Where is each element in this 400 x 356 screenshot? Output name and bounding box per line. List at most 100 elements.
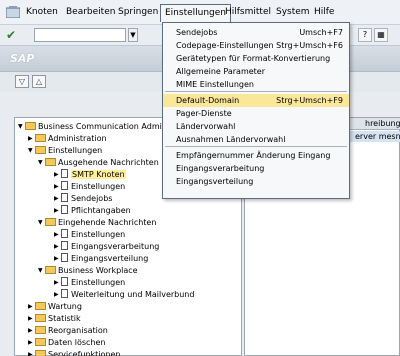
menu-item-label: Eingangsverteilung — [176, 177, 254, 186]
tree-node-label: Reorganisation — [48, 326, 108, 335]
tree-node-label: SMTP Knoten — [71, 170, 126, 179]
tree-node[interactable]: ▶ Statistik — [28, 313, 81, 324]
tree-node[interactable]: ▼ Eingehende Nachrichten — [38, 217, 156, 228]
menu-item[interactable]: Empfängernummer Änderung Eingang — [163, 149, 349, 162]
collapsed-triangle-icon[interactable]: ▶ — [28, 325, 35, 336]
enter-check-icon[interactable]: ✔ — [6, 28, 20, 42]
menu-knoten[interactable]: Knoten — [26, 7, 58, 17]
tree-node-label: Statistik — [48, 314, 81, 323]
menu-separator — [165, 91, 347, 92]
leaf-bullet-icon: ▶ — [54, 291, 59, 298]
menu-item-label: Gerätetypen für Format-Konvertierung — [176, 54, 331, 63]
leaf-bullet-icon: ▶ — [54, 231, 59, 238]
folder-icon — [35, 302, 46, 310]
tree-node[interactable]: ▼ Business Workplace — [38, 265, 138, 276]
tree-node-label: Einstellungen — [71, 230, 126, 239]
tree-node-label: Eingangsverteilung — [71, 254, 149, 263]
menu-item[interactable]: Allgemeine Parameter — [163, 65, 349, 78]
document-icon — [61, 181, 68, 190]
collapsed-triangle-icon[interactable]: ▶ — [28, 337, 35, 348]
collapsed-triangle-icon[interactable]: ▶ — [28, 313, 35, 324]
folder-icon — [45, 218, 56, 226]
tree-node[interactable]: ▶ Einstellungen — [54, 277, 125, 288]
tree-node-label: Wartung — [48, 302, 82, 311]
menu-item[interactable]: Codepage-Einstellungen Strg+Umsch+F6 — [163, 39, 349, 52]
menu-item[interactable]: Sendejobs Umsch+F7 — [163, 26, 349, 39]
menu-item[interactable]: Pager-Dienste — [163, 107, 349, 120]
menu-item-label: Allgemeine Parameter — [176, 67, 266, 76]
tree-node[interactable]: ▼ Einstellungen — [28, 145, 102, 156]
expanded-triangle-icon[interactable]: ▼ — [38, 217, 45, 228]
menu-item[interactable]: Ländervorwahl — [163, 120, 349, 133]
tree-node-label: Pflichtangaben — [71, 206, 131, 215]
menu-item-label: Ländervorwahl — [176, 122, 236, 131]
leaf-bullet-icon: ▶ — [54, 207, 59, 214]
menu-item[interactable]: Default-Domain Strg+Umsch+F9 — [163, 94, 349, 107]
tree-node[interactable]: ▶ Wartung — [28, 301, 82, 312]
layout-icon[interactable]: ▦ — [374, 28, 388, 42]
menu-hilfe[interactable]: Hilfe — [314, 7, 334, 17]
document-icon — [61, 169, 68, 178]
tree-node[interactable]: ▶ Servicefunktionen — [28, 349, 120, 356]
menu-item[interactable]: Eingangsverarbeitung — [163, 162, 349, 175]
tree-node[interactable]: ▶ SMTP Knoten — [54, 169, 126, 180]
tree-node[interactable]: ▶ Eingangsverteilung — [54, 253, 148, 264]
collapsed-triangle-icon[interactable]: ▶ — [28, 133, 35, 144]
leaf-bullet-icon: ▶ — [54, 255, 59, 262]
tree-node[interactable]: ▶ Eingangsverarbeitung — [54, 241, 159, 252]
menu-item[interactable]: Gerätetypen für Format-Konvertierung — [163, 52, 349, 65]
menu-einstellungen[interactable]: Einstellungen — [160, 4, 232, 22]
folder-icon — [35, 314, 46, 322]
tree-node[interactable]: ▶ Reorganisation — [28, 325, 108, 336]
expanded-triangle-icon[interactable]: ▼ — [28, 145, 35, 156]
tree-node[interactable]: ▶ Pflichtangaben — [54, 205, 131, 216]
collapsed-triangle-icon[interactable]: ▶ — [28, 301, 35, 312]
tree-node[interactable]: ▼ Ausgehende Nachrichten — [38, 157, 159, 168]
leaf-bullet-icon: ▶ — [54, 243, 59, 250]
folder-icon — [35, 146, 46, 154]
menu-bearbeiten[interactable]: Bearbeiten — [66, 7, 115, 17]
menu-system[interactable]: System — [276, 7, 310, 17]
menu-item-label: MIME Einstellungen — [176, 80, 254, 89]
menu-item[interactable]: Ausnahmen Ländervorwahl — [163, 133, 349, 146]
command-field[interactable] — [34, 28, 126, 42]
einstellungen-dropdown: Sendejobs Umsch+F7 Codepage-Einstellungen S… — [162, 22, 350, 199]
tree-node-label: Einstellungen — [71, 182, 126, 191]
tree-node[interactable]: ▶ Daten löschen — [28, 337, 105, 348]
folder-icon — [45, 158, 56, 166]
menu-item[interactable]: Eingangsverteilung — [163, 175, 349, 188]
document-icon — [61, 277, 68, 286]
expanded-triangle-icon[interactable]: ▼ — [18, 121, 25, 132]
collapse-all-icon[interactable]: △ — [32, 75, 46, 88]
menu-springen[interactable]: Springen — [118, 7, 158, 17]
tree-node[interactable]: ▶ Weiterleitung und Mailverbund — [54, 289, 194, 300]
expanded-triangle-icon[interactable]: ▼ — [38, 157, 45, 168]
tree-node-label: Eingangsverarbeitung — [71, 242, 160, 251]
collapsed-triangle-icon[interactable]: ▶ — [28, 349, 35, 356]
menu-hilfsmittel[interactable]: Hilfsmittel — [225, 7, 271, 17]
tree-node[interactable]: ▼ Business Communication Administ — [18, 121, 176, 132]
menu-item[interactable]: MIME Einstellungen — [163, 78, 349, 91]
sap-menu-icon[interactable] — [6, 6, 20, 18]
tree-node[interactable]: ▶ Einstellungen — [54, 229, 125, 240]
menu-item-label: Default-Domain — [176, 96, 240, 105]
tree-node-label: Ausgehende Nachrichten — [58, 158, 159, 167]
tree-node[interactable]: ▶ Sendejobs — [54, 193, 112, 204]
menu-item-label: Ausnahmen Ländervorwahl — [176, 135, 286, 144]
document-icon — [61, 193, 68, 202]
tree-node-label: Administration — [48, 134, 107, 143]
tree-node[interactable]: ▶ Administration — [28, 133, 107, 144]
leaf-bullet-icon: ▶ — [54, 183, 59, 190]
page-title: SAP — [10, 52, 35, 65]
help-icon[interactable]: ? — [358, 28, 372, 42]
folder-icon — [35, 134, 46, 142]
expanded-triangle-icon[interactable]: ▼ — [38, 265, 45, 276]
command-field-dropdown-icon[interactable]: ▼ — [128, 28, 138, 42]
document-icon — [61, 241, 68, 250]
expand-all-icon[interactable]: ▽ — [15, 75, 29, 88]
tree-node-label: Servicefunktionen — [48, 350, 121, 356]
leaf-bullet-icon: ▶ — [54, 195, 59, 202]
tree-node[interactable]: ▶ Einstellungen — [54, 181, 125, 192]
folder-icon — [25, 122, 36, 130]
menu-item-label: Codepage-Einstellungen — [176, 41, 274, 50]
